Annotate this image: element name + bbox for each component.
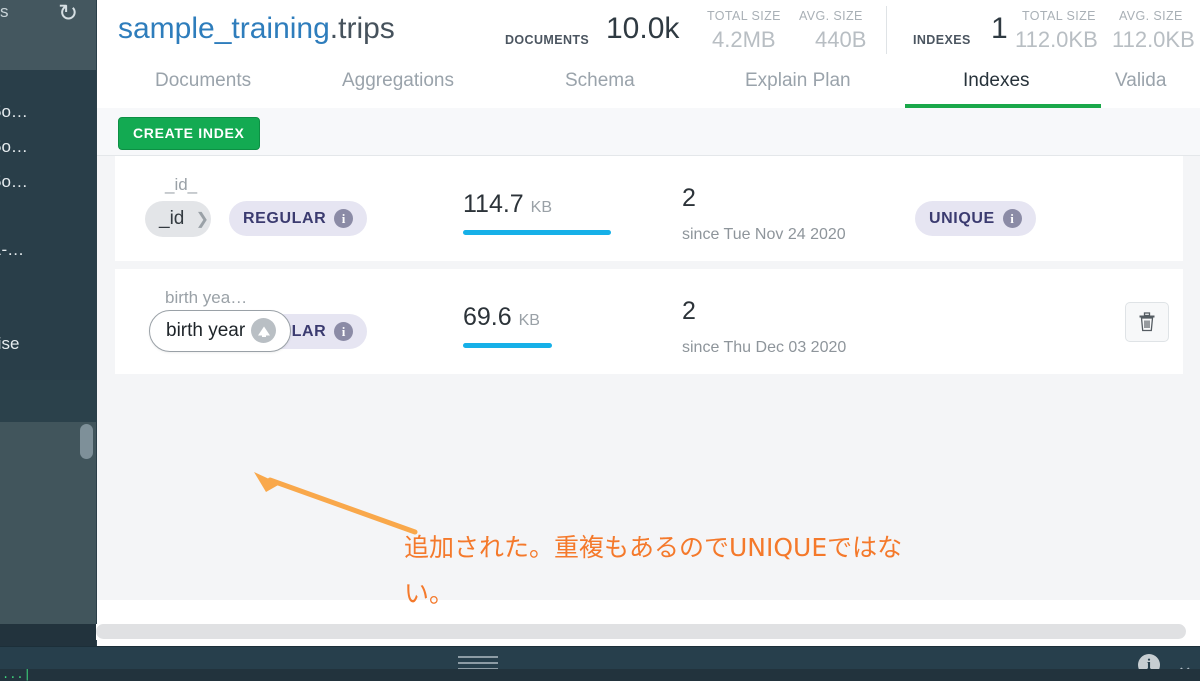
collection-name: .trips bbox=[329, 12, 395, 45]
table-row: _id_ _id ❯ REGULAR i 114.7 KB 2 since Tu… bbox=[115, 156, 1183, 261]
annotation-line-2: い。 bbox=[404, 579, 455, 608]
sidebar-list: 5o… 5o… 5o… 1-… rise bbox=[0, 70, 96, 380]
stat-indexes-value: 1 bbox=[991, 12, 1008, 45]
app-window: s ↻ 5o… 5o… 5o… 1-… rise sample_training… bbox=[0, 0, 1200, 681]
info-icon[interactable]: i bbox=[334, 209, 354, 228]
index-size: 114.7 KB bbox=[463, 190, 552, 219]
index-property-badge[interactable]: UNIQUE i bbox=[915, 201, 1036, 236]
tab-documents[interactable]: Documents bbox=[155, 70, 251, 92]
index-usage-count: 2 bbox=[682, 184, 696, 212]
sidebar-section-divider bbox=[0, 380, 96, 422]
stat-indexes-label: INDEXES bbox=[913, 33, 971, 47]
stat-indexes-avg-size-label: AVG. SIZE bbox=[1119, 9, 1183, 23]
tab-bar: Documents Aggregations Schema Explain Pl… bbox=[97, 62, 1200, 109]
info-icon[interactable]: i bbox=[334, 322, 354, 341]
index-size-unit: KB bbox=[530, 199, 553, 216]
sidebar-item-4[interactable]: rise bbox=[0, 334, 19, 354]
tab-explain-plan[interactable]: Explain Plan bbox=[745, 70, 851, 92]
annotation-arrow bbox=[254, 472, 418, 535]
sidebar-footer bbox=[0, 624, 96, 646]
index-type-label: REGULAR bbox=[243, 209, 327, 227]
drop-index-button[interactable] bbox=[1125, 302, 1169, 342]
index-property-label: UNIQUE bbox=[929, 209, 995, 227]
database-name: sample_training bbox=[118, 12, 330, 45]
sort-ascending-icon[interactable] bbox=[251, 318, 277, 343]
stat-documents-value: 10.0k bbox=[606, 12, 680, 45]
stat-indexes-total-size-value: 112.0KB bbox=[1015, 27, 1098, 52]
sidebar-scrollbar-thumb[interactable] bbox=[80, 424, 93, 459]
chevron-right-icon: ❯ bbox=[195, 211, 209, 228]
sidebar-header-label: s bbox=[0, 2, 9, 21]
trash-icon bbox=[1139, 312, 1155, 332]
index-size-value: 69.6 bbox=[463, 303, 512, 331]
sidebar-item-0[interactable]: 5o… bbox=[0, 102, 28, 122]
index-size-bar bbox=[463, 343, 611, 348]
tab-validation[interactable]: Valida bbox=[1115, 70, 1166, 92]
index-usage-since: since Thu Dec 03 2020 bbox=[682, 339, 847, 356]
info-icon[interactable]: i bbox=[1002, 209, 1022, 228]
annotation-text: 追加された。重複もあるのでUNIQUEではな い。 bbox=[404, 525, 1104, 617]
left-sidebar: s ↻ 5o… 5o… 5o… 1-… rise bbox=[0, 0, 96, 646]
index-toolbar: CREATE INDEX bbox=[97, 108, 1200, 156]
tab-aggregations[interactable]: Aggregations bbox=[342, 70, 454, 92]
index-field-pill[interactable]: birth year bbox=[149, 310, 292, 352]
index-name: _id_ bbox=[165, 175, 198, 194]
page-title: sample_training.trips bbox=[118, 12, 395, 46]
index-size-bar-fill bbox=[463, 230, 611, 235]
collection-header: sample_training.trips DOCUMENTS 10.0k TO… bbox=[97, 0, 1200, 62]
stat-documents-avg-size-label: AVG. SIZE bbox=[799, 9, 863, 23]
sidebar-item-2[interactable]: 5o… bbox=[0, 172, 28, 192]
sidebar-header: s ↻ bbox=[0, 0, 96, 70]
stat-documents-avg-size-value: 440B bbox=[815, 27, 867, 52]
index-size-unit: KB bbox=[518, 312, 540, 329]
index-type-badge[interactable]: REGULAR i bbox=[229, 201, 368, 236]
index-usage-count: 2 bbox=[682, 297, 696, 325]
header-divider bbox=[886, 6, 887, 54]
index-size: 69.6 KB bbox=[463, 303, 540, 332]
stat-indexes-avg-size-value: 112.0KB bbox=[1112, 27, 1195, 52]
stat-indexes-total-size-label: TOTAL SIZE bbox=[1022, 9, 1096, 23]
index-size-bar-fill bbox=[463, 343, 552, 348]
sidebar-item-3[interactable]: 1-… bbox=[0, 240, 24, 260]
stat-documents-label: DOCUMENTS bbox=[505, 33, 590, 47]
stat-documents-total-size-label: TOTAL SIZE bbox=[707, 9, 781, 23]
index-field-pill[interactable]: _id ❯ bbox=[145, 201, 211, 237]
horizontal-scrollbar-thumb[interactable] bbox=[96, 624, 1186, 639]
tab-indexes[interactable]: Indexes bbox=[963, 70, 1030, 92]
table-row: birth yea… REGULAR i birth year 69.6 KB … bbox=[115, 269, 1183, 374]
index-name: birth yea… bbox=[165, 288, 248, 307]
index-size-value: 114.7 bbox=[463, 190, 524, 218]
stat-documents-total-size-value: 4.2MB bbox=[712, 27, 776, 52]
index-size-bar bbox=[463, 230, 611, 235]
terminal-strip bbox=[0, 669, 1200, 681]
create-index-button[interactable]: CREATE INDEX bbox=[118, 117, 260, 150]
index-field-label: _id bbox=[159, 208, 185, 229]
annotation-line-1: 追加された。重複もあるのでUNIQUEではな bbox=[404, 533, 903, 562]
refresh-icon[interactable]: ↻ bbox=[58, 0, 78, 28]
sidebar-item-1[interactable]: 5o… bbox=[0, 137, 28, 157]
index-field-label: birth year bbox=[166, 319, 246, 341]
index-usage-since: since Tue Nov 24 2020 bbox=[682, 226, 846, 243]
terminal-text: ...| bbox=[2, 668, 31, 681]
tab-schema[interactable]: Schema bbox=[565, 70, 635, 92]
